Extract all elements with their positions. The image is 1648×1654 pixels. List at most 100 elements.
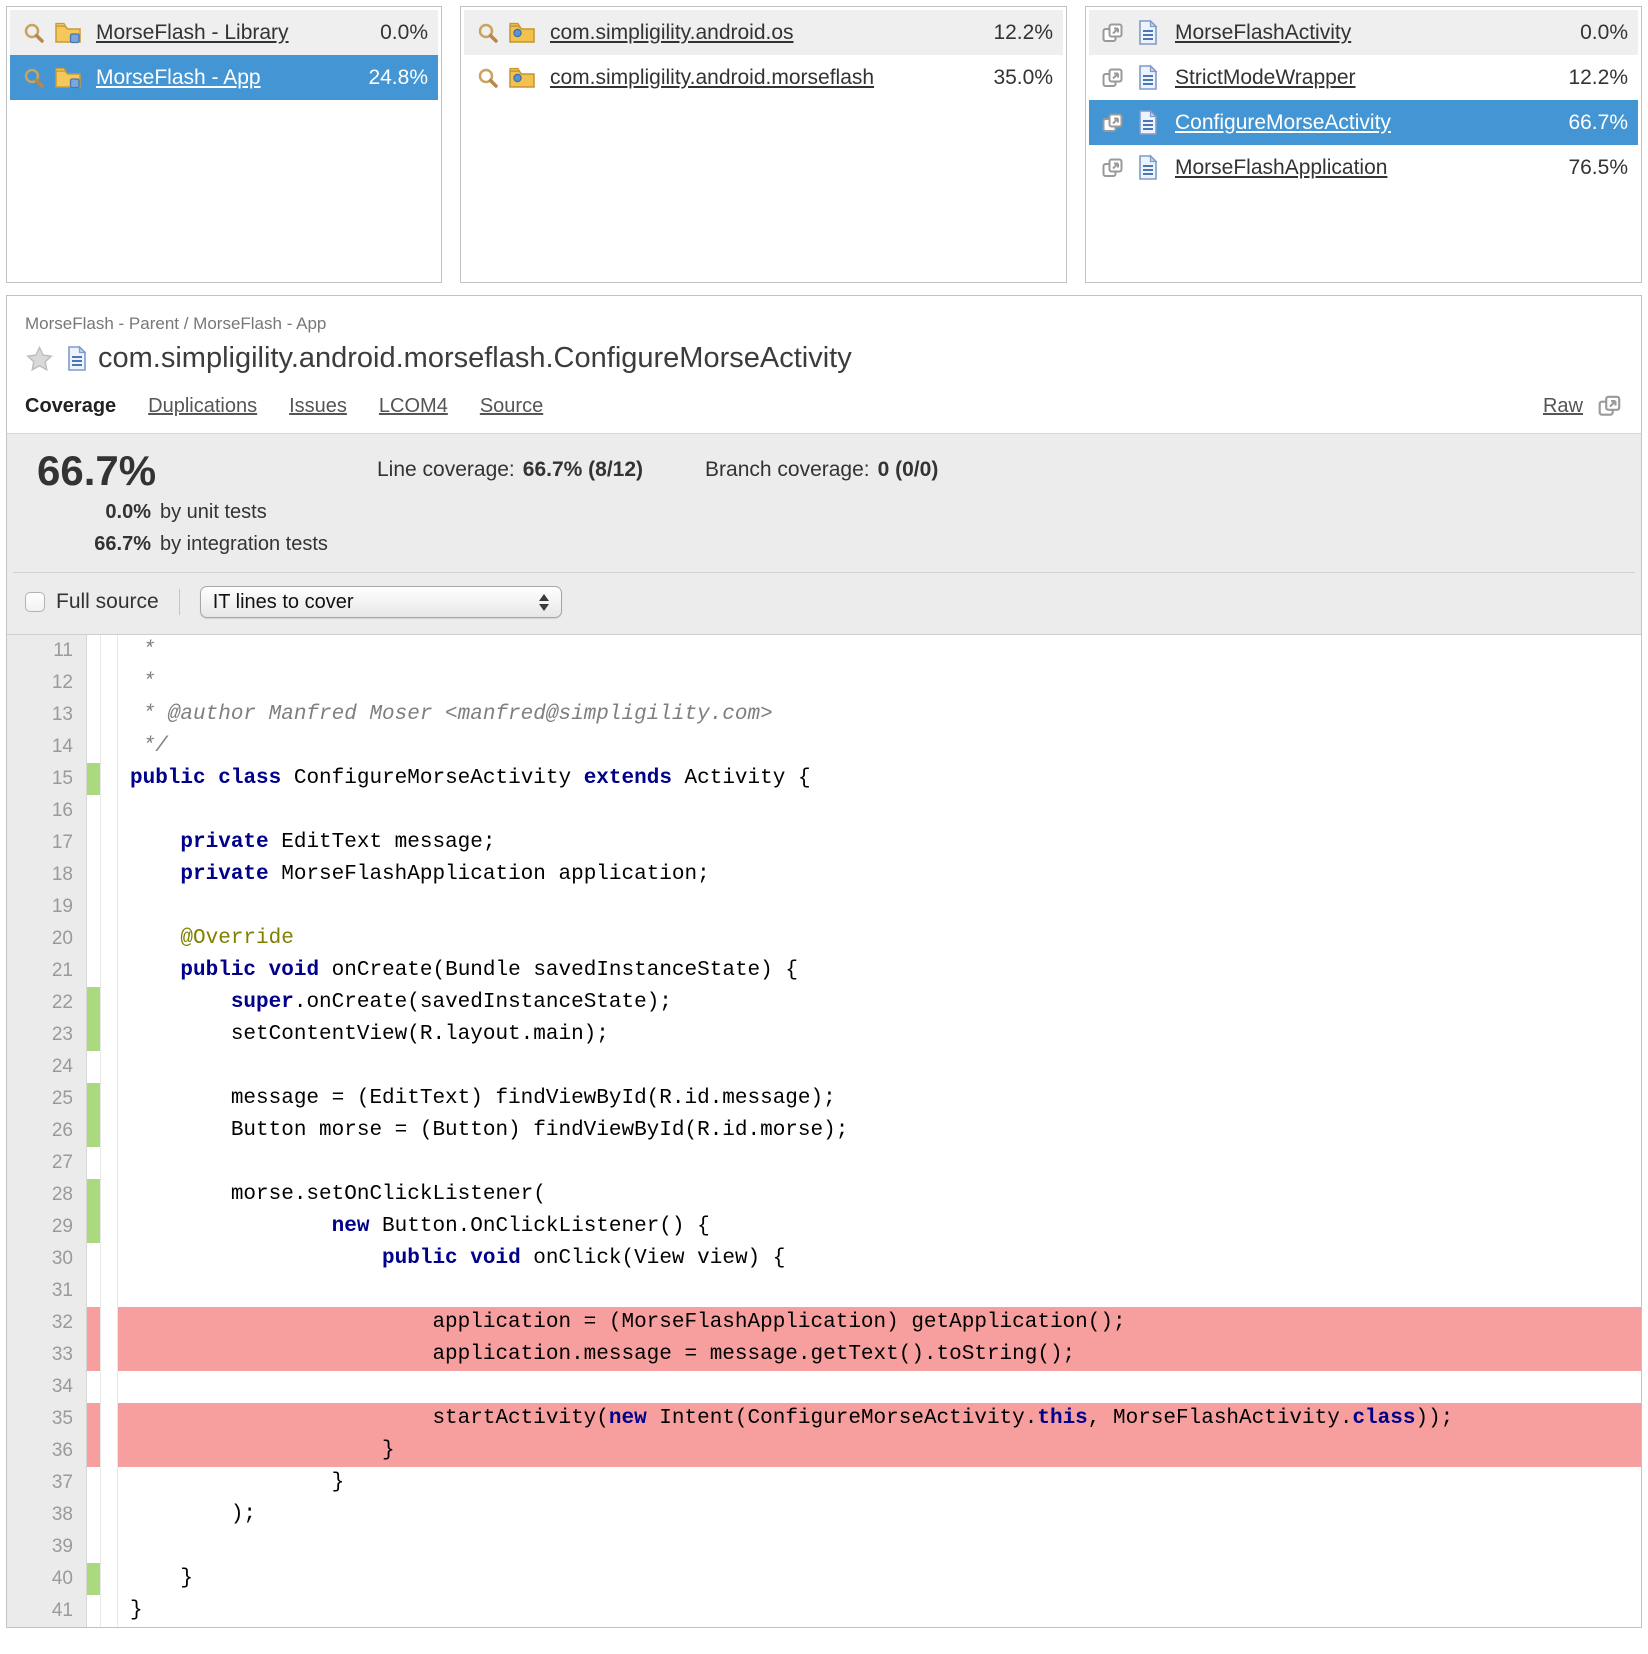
file-link[interactable]: ConfigureMorseActivity (1175, 111, 1391, 135)
code-text: public void onCreate(Bundle savedInstanc… (118, 955, 1641, 987)
code-text (118, 1531, 1641, 1563)
tab-duplications[interactable]: Duplications (148, 395, 257, 418)
code-line: 34 (7, 1371, 1641, 1403)
coverage-bar-secondary (101, 1115, 118, 1147)
code-line: 21 public void onCreate(Bundle savedInst… (7, 955, 1641, 987)
code-line: 38 ); (7, 1499, 1641, 1531)
unit-test-coverage: 0.0% (25, 501, 160, 524)
file-icon (1133, 64, 1161, 92)
popup-icon[interactable] (1099, 64, 1127, 92)
full-source-checkbox[interactable] (25, 592, 45, 612)
line-coverage-value: 66.7% (8/12) (523, 458, 643, 481)
coverage-bar-secondary (101, 1467, 118, 1499)
file-row[interactable]: MorseFlashApplication 76.5% (1089, 145, 1638, 190)
popup-icon[interactable] (1597, 393, 1623, 419)
file-link[interactable]: StrictModeWrapper (1175, 66, 1356, 90)
code-text: } (118, 1595, 1641, 1627)
code-line: 20 @Override (7, 923, 1641, 955)
coverage-summary: 66.7% 0.0% by unit tests 66.7% by integr… (7, 433, 1641, 634)
line-number: 11 (7, 635, 87, 667)
unit-test-label: by unit tests (160, 501, 267, 524)
coverage-bar-secondary (101, 955, 118, 987)
code-text (118, 795, 1641, 827)
coverage-bar-secondary (101, 1403, 118, 1435)
coverage-bar-secondary (101, 763, 118, 795)
project-row-selected[interactable]: MorseFlash - App 24.8% (10, 55, 438, 100)
line-number: 36 (7, 1435, 87, 1467)
updown-arrows-icon (539, 594, 549, 611)
drilldown-panels: MorseFlash - Library 0.0% MorseFlash - A… (6, 6, 1642, 283)
coverage-bar-secondary (101, 1275, 118, 1307)
code-line: 30 public void onClick(View view) { (7, 1243, 1641, 1275)
file-row-selected[interactable]: ConfigureMorseActivity 66.7% (1089, 100, 1638, 145)
coverage-bar (87, 1211, 101, 1243)
line-number: 21 (7, 955, 87, 987)
code-text (118, 1275, 1641, 1307)
coverage-bar (87, 1275, 101, 1307)
coverage-bar (87, 667, 101, 699)
projects-panel: MorseFlash - Library 0.0% MorseFlash - A… (6, 6, 442, 283)
tab-lcom4[interactable]: LCOM4 (379, 395, 448, 418)
coverage-bar-secondary (101, 827, 118, 859)
file-icon (64, 345, 88, 372)
tab-source[interactable]: Source (480, 395, 543, 418)
popup-icon[interactable] (1099, 154, 1127, 182)
tab-issues[interactable]: Issues (289, 395, 347, 418)
coverage-bar (87, 1371, 101, 1403)
coverage-bar (87, 1307, 101, 1339)
magnifier-icon[interactable] (20, 64, 48, 92)
line-number: 27 (7, 1147, 87, 1179)
star-icon[interactable] (25, 345, 54, 373)
popup-icon[interactable] (1099, 19, 1127, 47)
project-link[interactable]: MorseFlash - App (96, 66, 261, 90)
code-line: 17 private EditText message; (7, 827, 1641, 859)
file-link[interactable]: MorseFlashApplication (1175, 156, 1387, 180)
coverage-filter-select[interactable]: IT lines to cover (200, 586, 562, 618)
coverage-bar (87, 987, 101, 1019)
it-test-coverage: 66.7% (25, 533, 160, 556)
coverage-bar-secondary (101, 1563, 118, 1595)
project-row[interactable]: MorseFlash - Library 0.0% (10, 10, 438, 55)
code-text: private EditText message; (118, 827, 1641, 859)
coverage-bar-secondary (101, 1307, 118, 1339)
coverage-bar-secondary (101, 923, 118, 955)
line-number: 22 (7, 987, 87, 1019)
magnifier-icon[interactable] (474, 64, 502, 92)
line-number: 37 (7, 1467, 87, 1499)
raw-link[interactable]: Raw (1543, 395, 1583, 418)
branch-coverage-value: 0 (0/0) (878, 458, 939, 481)
code-text (118, 891, 1641, 923)
code-text: setContentView(R.layout.main); (118, 1019, 1641, 1051)
code-text: @Override (118, 923, 1641, 955)
line-number: 39 (7, 1531, 87, 1563)
code-line: 33 application.message = message.getText… (7, 1339, 1641, 1371)
tab-bar: Coverage Duplications Issues LCOM4 Sourc… (25, 393, 1623, 433)
package-link[interactable]: com.simpligility.android.os (550, 21, 794, 45)
tab-coverage[interactable]: Coverage (25, 395, 116, 418)
coverage-percent: 0.0% (1568, 21, 1628, 45)
coverage-bar-secondary (101, 1211, 118, 1243)
line-number: 17 (7, 827, 87, 859)
file-row[interactable]: StrictModeWrapper 12.2% (1089, 55, 1638, 100)
code-line: 12 * (7, 667, 1641, 699)
package-row[interactable]: com.simpligility.android.morseflash 35.0… (464, 55, 1063, 100)
coverage-bar-secondary (101, 987, 118, 1019)
coverage-bar (87, 1563, 101, 1595)
popup-icon[interactable] (1099, 109, 1127, 137)
magnifier-icon[interactable] (20, 19, 48, 47)
package-row[interactable]: com.simpligility.android.os 12.2% (464, 10, 1063, 55)
coverage-percent: 12.2% (1556, 66, 1628, 90)
coverage-bar (87, 923, 101, 955)
coverage-bar-secondary (101, 795, 118, 827)
file-link[interactable]: MorseFlashActivity (1175, 21, 1351, 45)
file-row[interactable]: MorseFlashActivity 0.0% (1089, 10, 1638, 55)
code-text: * @author Manfred Moser <manfred@simplig… (118, 699, 1641, 731)
code-line: 23 setContentView(R.layout.main); (7, 1019, 1641, 1051)
coverage-bar-secondary (101, 667, 118, 699)
code-line: 32 application = (MorseFlashApplication)… (7, 1307, 1641, 1339)
coverage-bar (87, 827, 101, 859)
magnifier-icon[interactable] (474, 19, 502, 47)
project-link[interactable]: MorseFlash - Library (96, 21, 289, 45)
package-link[interactable]: com.simpligility.android.morseflash (550, 66, 874, 90)
code-text: public class ConfigureMorseActivity exte… (118, 763, 1641, 795)
